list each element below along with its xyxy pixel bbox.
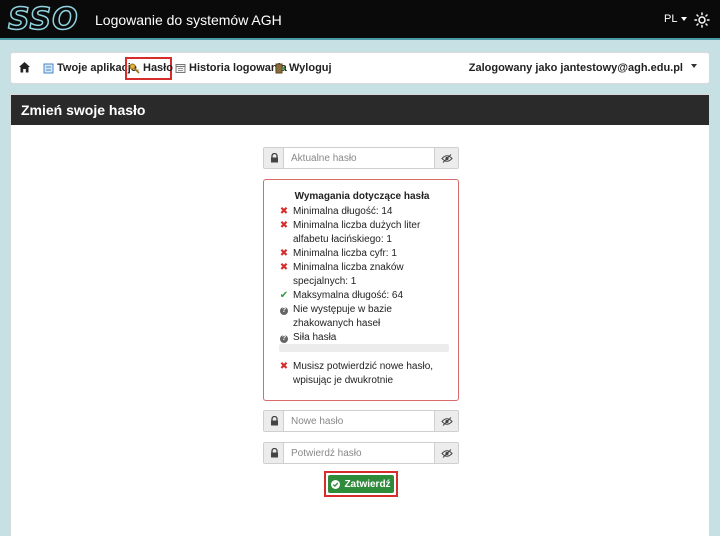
- apps-icon: [43, 63, 54, 73]
- requirement-item: ✖ Minimalna liczba dużych liter alfabetu…: [279, 220, 421, 245]
- history-icon: [175, 63, 186, 73]
- submit-button[interactable]: Zatwierdź: [328, 475, 394, 493]
- eye-slash-icon: [441, 417, 453, 426]
- submit-highlight: Zatwierdź: [324, 471, 398, 497]
- lock-addon: [264, 443, 284, 463]
- requirement-item: ✖ Musisz potwierdzić nowe hasło, wpisują…: [279, 361, 434, 386]
- sso-logo: SSO: [7, 2, 79, 38]
- top-bar: SSO Logowanie do systemów AGH PL: [0, 0, 720, 40]
- check-icon: ✔: [279, 290, 289, 301]
- toggle-visibility-button[interactable]: [434, 443, 458, 463]
- toggle-visibility-button[interactable]: [434, 411, 458, 431]
- nav-item-password[interactable]: Hasło: [129, 62, 173, 74]
- lock-addon: [264, 148, 284, 168]
- panel-header: Zmień swoje hasło: [11, 95, 709, 125]
- requirement-item: ✔ Maksymalna długość: 64: [279, 290, 404, 301]
- nav-bar: Twoje aplikacje Hasło Historia logowania…: [10, 52, 710, 84]
- lock-icon: [271, 153, 278, 163]
- password-strength-bar: [279, 344, 449, 352]
- chevron-down-icon: [681, 17, 688, 22]
- cross-icon: ✖: [279, 206, 289, 217]
- requirement-item: ? Nie występuje w bazie zhakowanych hase…: [280, 304, 392, 329]
- requirements-title: Wymagania dotyczące hasła: [294, 191, 430, 202]
- cross-icon: ✖: [279, 361, 289, 372]
- cross-icon: ✖: [279, 248, 289, 259]
- question-icon: ?: [280, 307, 288, 315]
- requirement-item: ? Siła hasła: [280, 332, 337, 343]
- panel-title: Zmień swoje hasło: [21, 102, 146, 118]
- home-icon[interactable]: [18, 61, 31, 74]
- new-password-input[interactable]: [285, 411, 434, 431]
- submit-label: Zatwierdź: [344, 478, 391, 490]
- requirement-item: ✖ Minimalna długość: 14: [279, 206, 393, 217]
- nav-item-logout[interactable]: Wyloguj: [275, 62, 332, 74]
- password-requirements: Wymagania dotyczące hasła ✖ Minimalna dł…: [263, 179, 459, 401]
- lock-icon: [271, 448, 278, 458]
- change-password-panel: Zmień swoje hasło Wymagania dotyczące ha…: [10, 94, 710, 536]
- nav-item-label: Wyloguj: [289, 62, 332, 74]
- cross-icon: ✖: [279, 220, 289, 231]
- new-password-field: [263, 410, 459, 432]
- logout-icon: [275, 63, 286, 73]
- current-password-input[interactable]: [285, 148, 434, 168]
- sun-icon[interactable]: [694, 12, 710, 28]
- check-circle-icon: [331, 479, 341, 489]
- chevron-down-icon[interactable]: [691, 64, 697, 68]
- eye-slash-icon: [441, 154, 453, 163]
- requirement-item: ✖ Minimalna liczba cyfr: 1: [279, 248, 397, 259]
- toggle-visibility-button[interactable]: [434, 148, 458, 168]
- requirement-item: ✖ Minimalna liczba znaków specjalnych: 1: [279, 262, 404, 287]
- nav-item-history[interactable]: Historia logowania: [175, 62, 287, 74]
- language-label: PL: [664, 13, 678, 25]
- lock-addon: [264, 411, 284, 431]
- key-icon: [129, 63, 140, 74]
- nav-item-apps[interactable]: Twoje aplikacje: [43, 62, 137, 74]
- language-selector[interactable]: PL: [664, 13, 688, 25]
- nav-item-label: Historia logowania: [189, 62, 287, 74]
- confirm-password-field: [263, 442, 459, 464]
- lock-icon: [271, 416, 278, 426]
- eye-slash-icon: [441, 449, 453, 458]
- question-icon: ?: [280, 335, 288, 343]
- current-password-field: [263, 147, 459, 169]
- logged-in-user[interactable]: Zalogowany jako jantestowy@agh.edu.pl: [469, 62, 683, 74]
- app-title: Logowanie do systemów AGH: [95, 12, 282, 28]
- confirm-password-input[interactable]: [285, 443, 434, 463]
- cross-icon: ✖: [279, 262, 289, 273]
- nav-item-label: Hasło: [143, 62, 173, 74]
